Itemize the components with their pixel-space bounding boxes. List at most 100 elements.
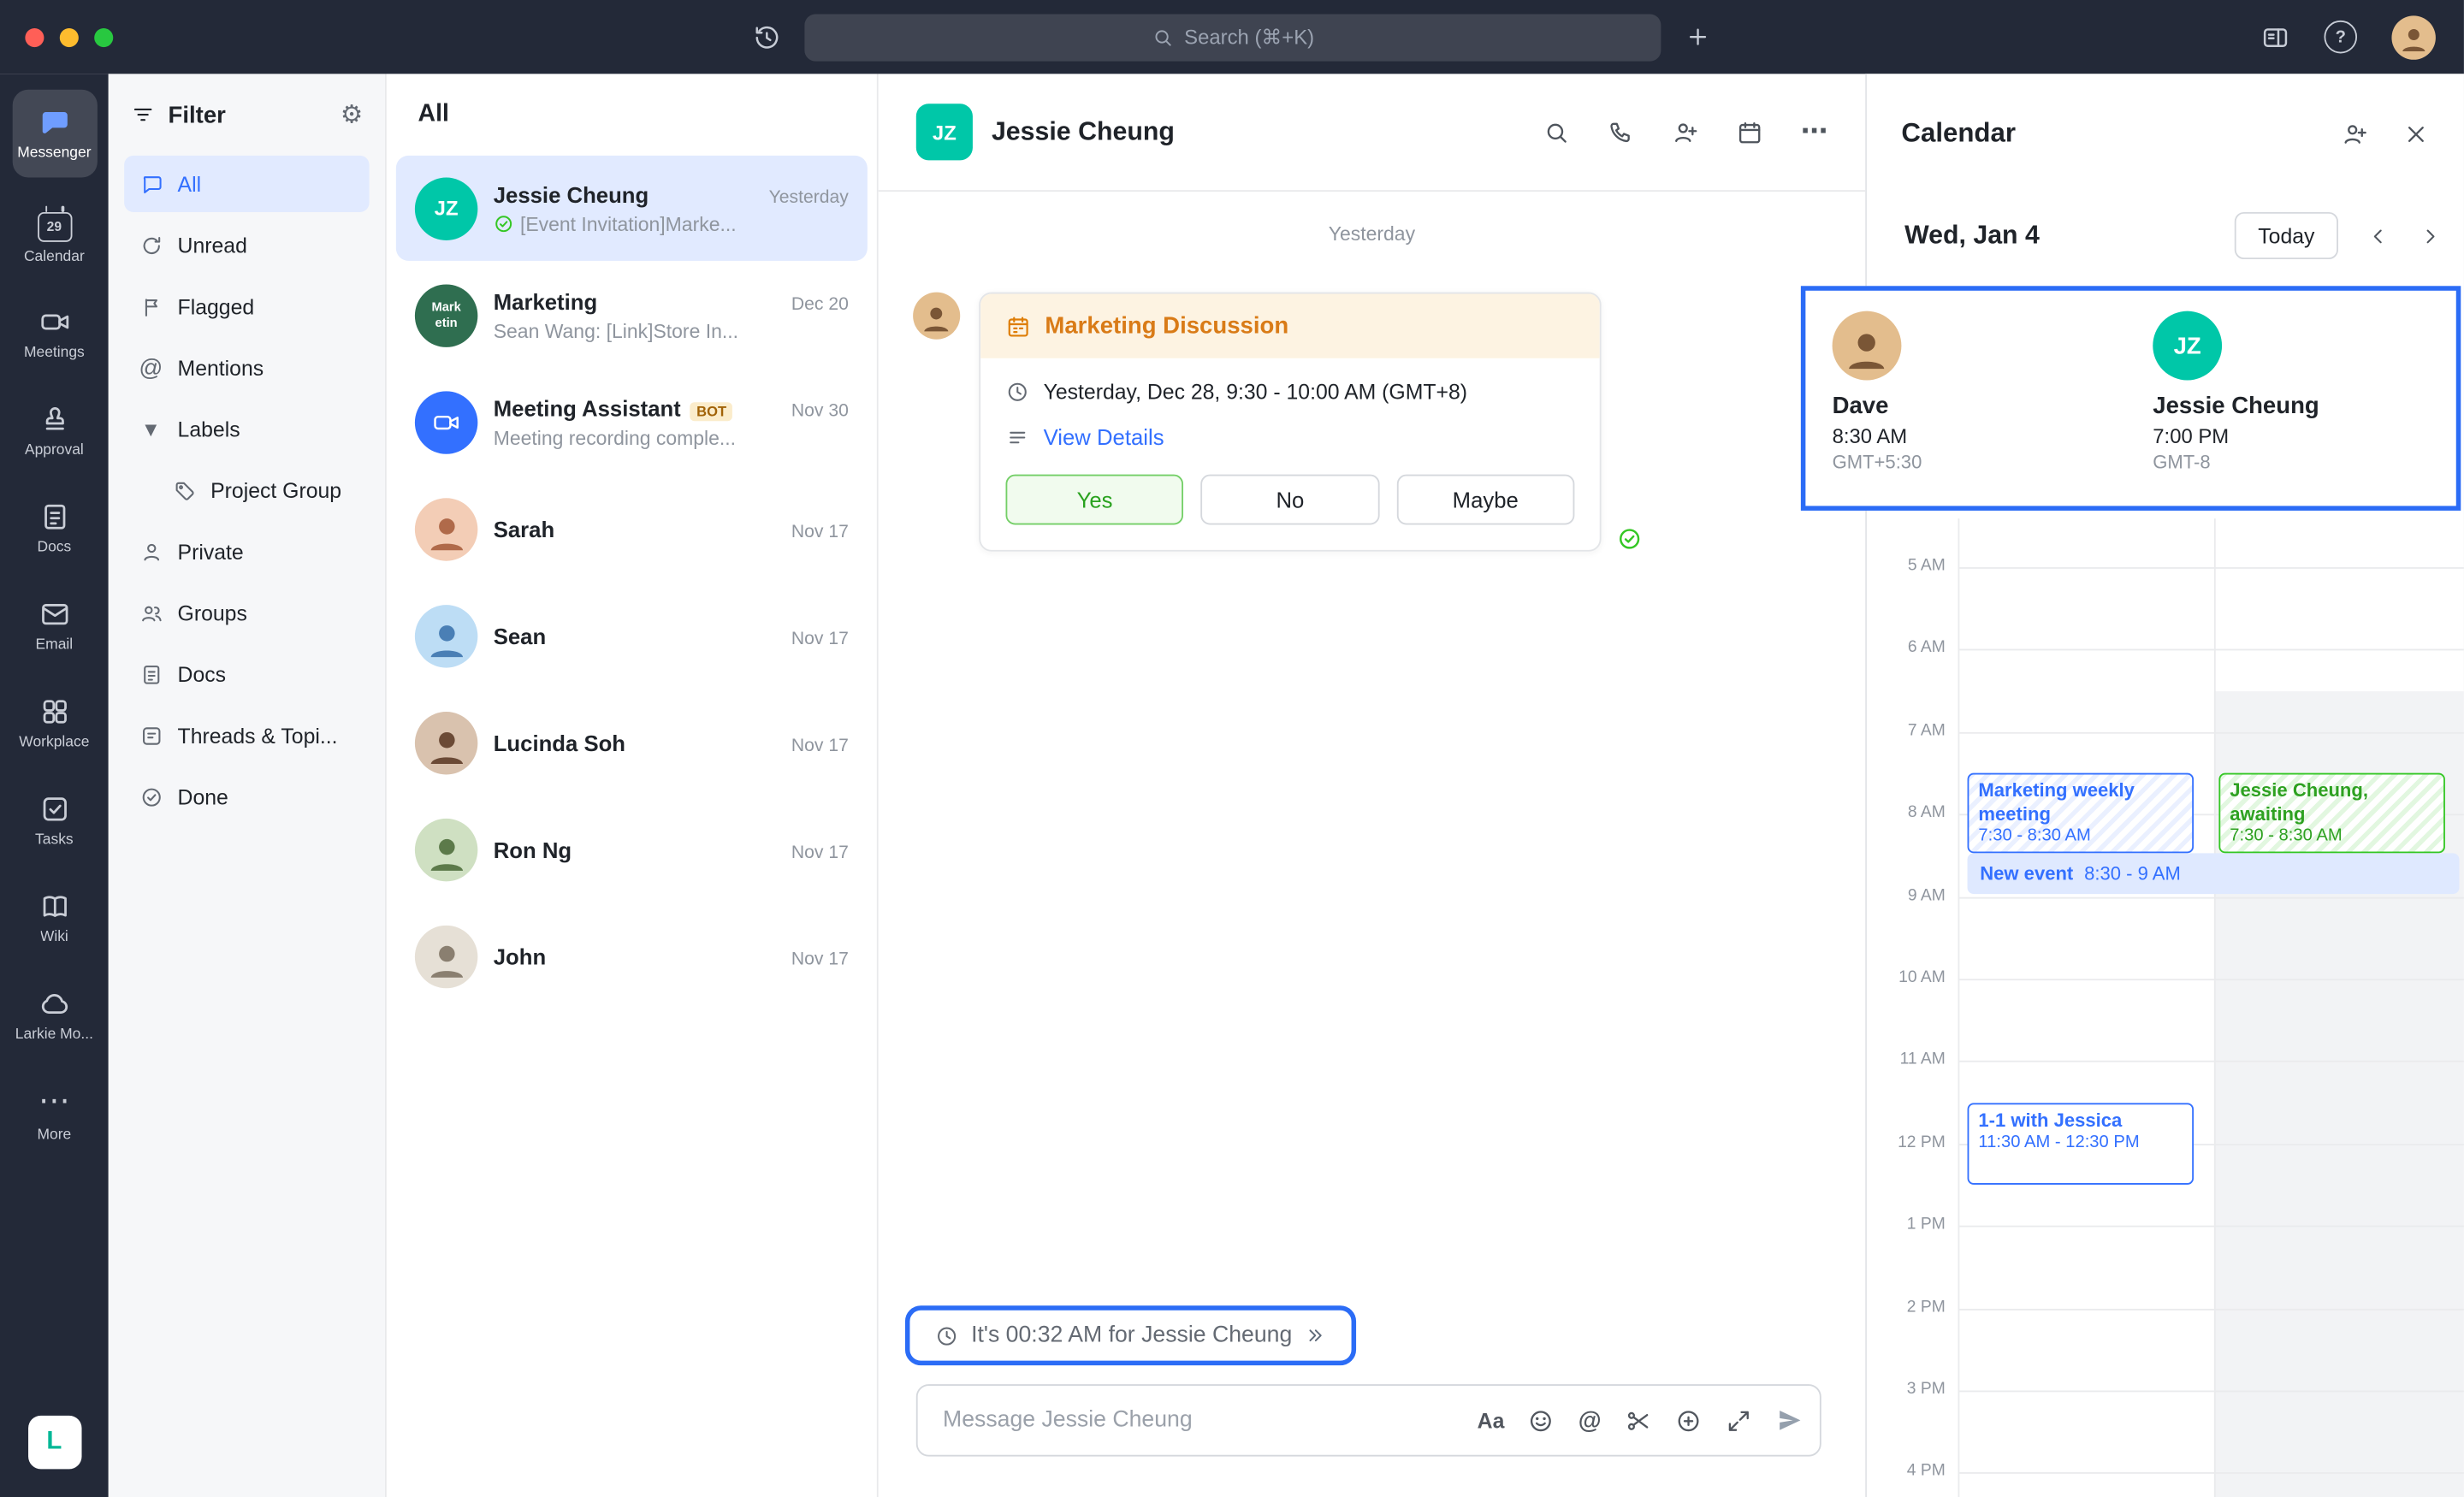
filter-item-private[interactable]: Private: [124, 524, 370, 580]
text-format-icon[interactable]: Aa: [1478, 1409, 1505, 1433]
rsvp-maybe-button[interactable]: Maybe: [1396, 475, 1574, 525]
rsvp-yes-button[interactable]: Yes: [1005, 475, 1183, 525]
filter-item-labels[interactable]: ▾ Labels: [124, 400, 370, 457]
profile-tile[interactable]: L: [27, 1416, 80, 1469]
event-marketing-weekly-meeting[interactable]: Marketing weekly meeting 7:30 - 8:30 AM: [1968, 773, 2194, 854]
chat-list-item[interactable]: Meeting Assistant BOT Nov 30 Meeting rec…: [396, 370, 868, 475]
history-icon[interactable]: [753, 23, 781, 51]
rail-item-larkie[interactable]: Larkie Mo...: [7, 967, 101, 1064]
chat-list-item[interactable]: Sean Nov 17: [396, 583, 868, 688]
new-chat-plus-icon[interactable]: [1685, 24, 1711, 50]
rail-item-more[interactable]: ⋯ More: [7, 1063, 101, 1161]
chevron-left-icon[interactable]: [2366, 224, 2390, 248]
avatar: [415, 604, 477, 666]
zoom-window-button[interactable]: [94, 27, 113, 46]
filter-item-mentions[interactable]: @ Mentions: [124, 340, 370, 396]
search-in-chat-icon[interactable]: [1543, 116, 1570, 148]
filter-item-done[interactable]: Done: [124, 768, 370, 825]
chat-list-item[interactable]: Ron Ng Nov 17: [396, 796, 868, 902]
filter-item-docs[interactable]: Docs: [124, 646, 370, 702]
sender-avatar[interactable]: [913, 293, 960, 340]
rail-label: Workplace: [19, 733, 89, 750]
minimize-window-button[interactable]: [60, 27, 79, 46]
filter-item-project-group[interactable]: Project Group: [124, 462, 370, 518]
attach-plus-icon[interactable]: [1675, 1407, 1702, 1434]
rail-item-email[interactable]: Email: [7, 577, 101, 674]
calendar-icon: 29: [37, 211, 71, 241]
bot-avatar: [415, 390, 477, 453]
event-invitation-card: Marketing Discussion Yesterday, Dec 28, …: [979, 293, 1601, 552]
expand-icon[interactable]: [1726, 1407, 1752, 1434]
close-window-button[interactable]: [25, 27, 44, 46]
grid-line: [1958, 979, 2464, 980]
avatar: [415, 818, 477, 880]
filter-item-threads[interactable]: Threads & Topi...: [124, 707, 370, 764]
rail-item-messenger[interactable]: Messenger: [12, 90, 97, 178]
flag-icon: [139, 294, 163, 318]
avatar: Mark etin: [415, 284, 477, 346]
message-row: Marketing Discussion Yesterday, Dec 28, …: [879, 293, 1865, 552]
hour-label: 12 PM: [1867, 1133, 1946, 1151]
double-chevron-right-icon[interactable]: [1305, 1324, 1327, 1346]
rail-item-wiki[interactable]: Wiki: [7, 869, 101, 967]
more-options-icon[interactable]: ⋯: [1801, 116, 1827, 148]
chat-list-item[interactable]: JZ Jessie Cheung Yesterday [Event Invita…: [396, 156, 868, 261]
user-avatar[interactable]: [2391, 15, 2435, 58]
add-member-icon[interactable]: [1672, 116, 1698, 148]
mention-icon[interactable]: @: [1578, 1407, 1602, 1434]
chevron-right-icon[interactable]: [2419, 224, 2443, 248]
hour-label: 1 PM: [1867, 1215, 1946, 1234]
event-1-1-with-jessica[interactable]: 1-1 with Jessica 11:30 AM - 12:30 PM: [1968, 1103, 2194, 1185]
event-datetime: Yesterday, Dec 28, 9:30 - 10:00 AM (GMT+…: [1044, 380, 1467, 404]
side-panel-icon[interactable]: [2261, 23, 2289, 51]
avatar: [415, 925, 477, 987]
send-icon[interactable]: [1775, 1406, 1804, 1435]
help-icon[interactable]: ?: [2324, 21, 2357, 54]
rail-item-workplace[interactable]: Workplace: [7, 674, 101, 772]
participant-dave[interactable]: Dave 8:30 AM GMT+5:30: [1833, 311, 2153, 506]
chat-list-item[interactable]: John Nov 17: [396, 903, 868, 1009]
event-jessie-awaiting[interactable]: Jessie Cheung, awaiting 7:30 - 8:30 AM: [2218, 773, 2444, 854]
close-icon[interactable]: [2402, 121, 2429, 147]
rail-item-docs[interactable]: Docs: [7, 479, 101, 577]
filter-item-all[interactable]: All: [124, 156, 370, 212]
delivered-check-icon: [1617, 526, 1642, 551]
rail-item-approval[interactable]: Approval: [7, 382, 101, 479]
rail-label: Larkie Mo...: [15, 1025, 93, 1042]
apps-grid-icon: [38, 695, 70, 727]
chat-list-item[interactable]: Sarah Nov 17: [396, 476, 868, 582]
filter-item-groups[interactable]: Groups: [124, 584, 370, 641]
rail-item-tasks[interactable]: Tasks: [7, 772, 101, 869]
calendar-icon[interactable]: [1737, 116, 1763, 148]
rail-item-calendar[interactable]: 29 Calendar: [7, 187, 101, 285]
hour-label: 4 PM: [1867, 1461, 1946, 1480]
grid-line: [1958, 1226, 2464, 1228]
filter-item-unread[interactable]: Unread: [124, 216, 370, 273]
calendar-day-grid[interactable]: 5 AM 6 AM 7 AM 8 AM 9 AM 10 AM 11 AM 12 …: [1867, 518, 2464, 1497]
document-icon: [38, 500, 70, 532]
rail-label: Email: [36, 636, 74, 653]
participant-jessie[interactable]: JZ Jessie Cheung 7:00 PM GMT-8: [2153, 311, 2464, 506]
calendar-date-label: Wed, Jan 4: [1904, 221, 2040, 251]
event-calendar-icon: [1005, 313, 1030, 338]
rail-label: Meetings: [24, 343, 85, 360]
grid-line: [1958, 649, 2464, 651]
chat-list-item[interactable]: Mark etin Marketing Dec 20 Sean Wang: [L…: [396, 263, 868, 368]
add-participant-icon[interactable]: [2342, 121, 2368, 147]
hour-label: 2 PM: [1867, 1298, 1946, 1317]
today-button[interactable]: Today: [2235, 212, 2338, 259]
filter-item-flagged[interactable]: Flagged: [124, 278, 370, 334]
recipient-local-time-hint[interactable]: It's 00:32 AM for Jessie Cheung: [905, 1305, 1357, 1365]
phone-call-icon[interactable]: [1608, 116, 1634, 148]
rsvp-no-button[interactable]: No: [1201, 475, 1379, 525]
emoji-icon[interactable]: [1528, 1407, 1555, 1434]
message-input[interactable]: [939, 1406, 1454, 1435]
rail-item-meetings[interactable]: Meetings: [7, 284, 101, 382]
view-details-link[interactable]: View Details: [1044, 424, 1164, 449]
gear-icon[interactable]: ⚙: [341, 99, 363, 131]
global-search-input[interactable]: Search (⌘+K): [804, 14, 1661, 61]
message-composer: Aa @: [916, 1384, 1821, 1456]
chat-list-item[interactable]: Lucinda Soh Nov 17: [396, 689, 868, 795]
event-new-event[interactable]: New event 8:30 - 9 AM: [1968, 853, 2460, 894]
screenshot-scissors-icon[interactable]: [1625, 1407, 1651, 1434]
